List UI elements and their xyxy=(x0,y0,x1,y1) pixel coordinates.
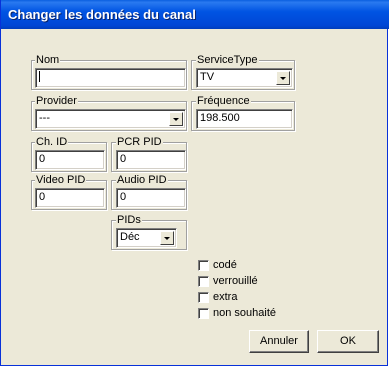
service-type-select[interactable]: TV xyxy=(196,68,293,88)
code-checkbox[interactable] xyxy=(198,260,209,271)
frequence-label: Fréquence xyxy=(196,95,251,107)
chevron-down-icon[interactable] xyxy=(169,112,183,126)
verrouille-checkbox-label: verrouillé xyxy=(213,275,258,287)
nom-label: Nom xyxy=(35,54,61,66)
title-bar[interactable]: Changer les données du canal xyxy=(1,0,389,29)
cancel-button[interactable]: Annuler xyxy=(249,330,309,353)
nom-input[interactable] xyxy=(35,68,186,88)
non-souhaite-checkbox-label: non souhaité xyxy=(213,307,276,319)
audio-pid-label: Audio PID xyxy=(116,174,168,186)
extra-checkbox-label: extra xyxy=(213,291,238,303)
video-pid-input[interactable]: 0 xyxy=(35,188,105,208)
frequence-input[interactable]: 198.500 xyxy=(196,109,293,129)
provider-label: Provider xyxy=(35,95,78,107)
pids-select[interactable]: Déc xyxy=(116,228,177,248)
pcr-pid-input[interactable]: 0 xyxy=(116,150,186,170)
text-caret xyxy=(39,71,40,82)
dialog-window: Changer les données du canal Nom Service… xyxy=(0,0,389,366)
service-type-label: ServiceType xyxy=(196,54,259,66)
audio-pid-input[interactable]: 0 xyxy=(116,188,186,208)
window-title: Changer les données du canal xyxy=(8,7,196,22)
pcr-pid-label: PCR PID xyxy=(116,136,163,148)
chevron-down-icon[interactable] xyxy=(160,231,174,245)
non-souhaite-checkbox[interactable] xyxy=(198,308,209,319)
chevron-down-icon[interactable] xyxy=(276,71,290,85)
provider-select[interactable]: --- xyxy=(35,109,186,129)
pids-label: PIDs xyxy=(116,214,142,226)
code-checkbox-label: codé xyxy=(213,259,237,271)
ok-button[interactable]: OK xyxy=(317,330,379,353)
ch-id-input[interactable]: 0 xyxy=(35,150,105,170)
extra-checkbox[interactable] xyxy=(198,292,209,303)
ch-id-label: Ch. ID xyxy=(35,136,69,148)
video-pid-label: Video PID xyxy=(35,174,87,186)
verrouille-checkbox[interactable] xyxy=(198,276,209,287)
